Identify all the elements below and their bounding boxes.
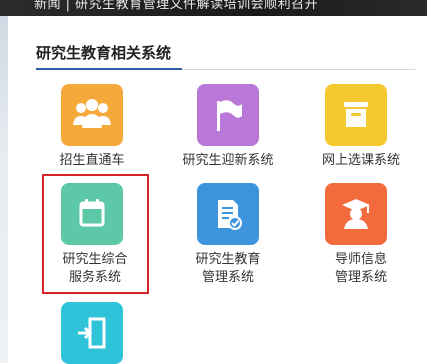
system-label-course-selection[interactable]: 网上选课系统: [305, 152, 417, 170]
title-underline-accent: [36, 68, 182, 70]
system-label-education-line1[interactable]: 研究生教育: [172, 251, 284, 269]
archive-box-icon[interactable]: [325, 84, 387, 146]
document-check-icon[interactable]: [197, 183, 259, 245]
system-label-supervisor-line1[interactable]: 导师信息: [305, 251, 417, 269]
system-tile-supervisor-info[interactable]: 导师信息 管理系统: [305, 183, 417, 293]
section-title: 研究生教育相关系统: [36, 44, 172, 62]
news-banner-text[interactable]: 新闻 | 研究生教育管理文件解读培训会顺利召开: [34, 0, 318, 12]
system-label-supervisor-line2[interactable]: 管理系统: [305, 269, 417, 287]
system-tile-exit[interactable]: [36, 302, 148, 364]
system-label-education-line2[interactable]: 管理系统: [172, 269, 284, 287]
admissions-icon[interactable]: [61, 84, 123, 146]
system-label-comprehensive-line1[interactable]: 研究生综合: [36, 251, 154, 269]
system-label-comprehensive-line2[interactable]: 服务系统: [36, 269, 154, 287]
system-tile-education-management[interactable]: 研究生教育 管理系统: [172, 183, 284, 293]
calendar-icon[interactable]: [61, 183, 123, 245]
system-tile-orientation[interactable]: 研究生迎新系统: [172, 84, 284, 174]
system-tile-course-selection[interactable]: 网上选课系统: [305, 84, 417, 174]
system-tile-comprehensive-service[interactable]: 研究生综合 服务系统: [36, 183, 154, 293]
system-label-orientation[interactable]: 研究生迎新系统: [172, 152, 284, 170]
graduate-icon[interactable]: [325, 183, 387, 245]
door-exit-icon[interactable]: [61, 302, 123, 364]
news-banner[interactable]: 新闻 | 研究生教育管理文件解读培训会顺利召开: [0, 0, 427, 16]
flag-icon[interactable]: [197, 84, 259, 146]
system-tile-admissions[interactable]: 招生直通车: [36, 84, 148, 174]
page-background-edge: [0, 0, 8, 363]
system-label-admissions[interactable]: 招生直通车: [36, 152, 148, 170]
